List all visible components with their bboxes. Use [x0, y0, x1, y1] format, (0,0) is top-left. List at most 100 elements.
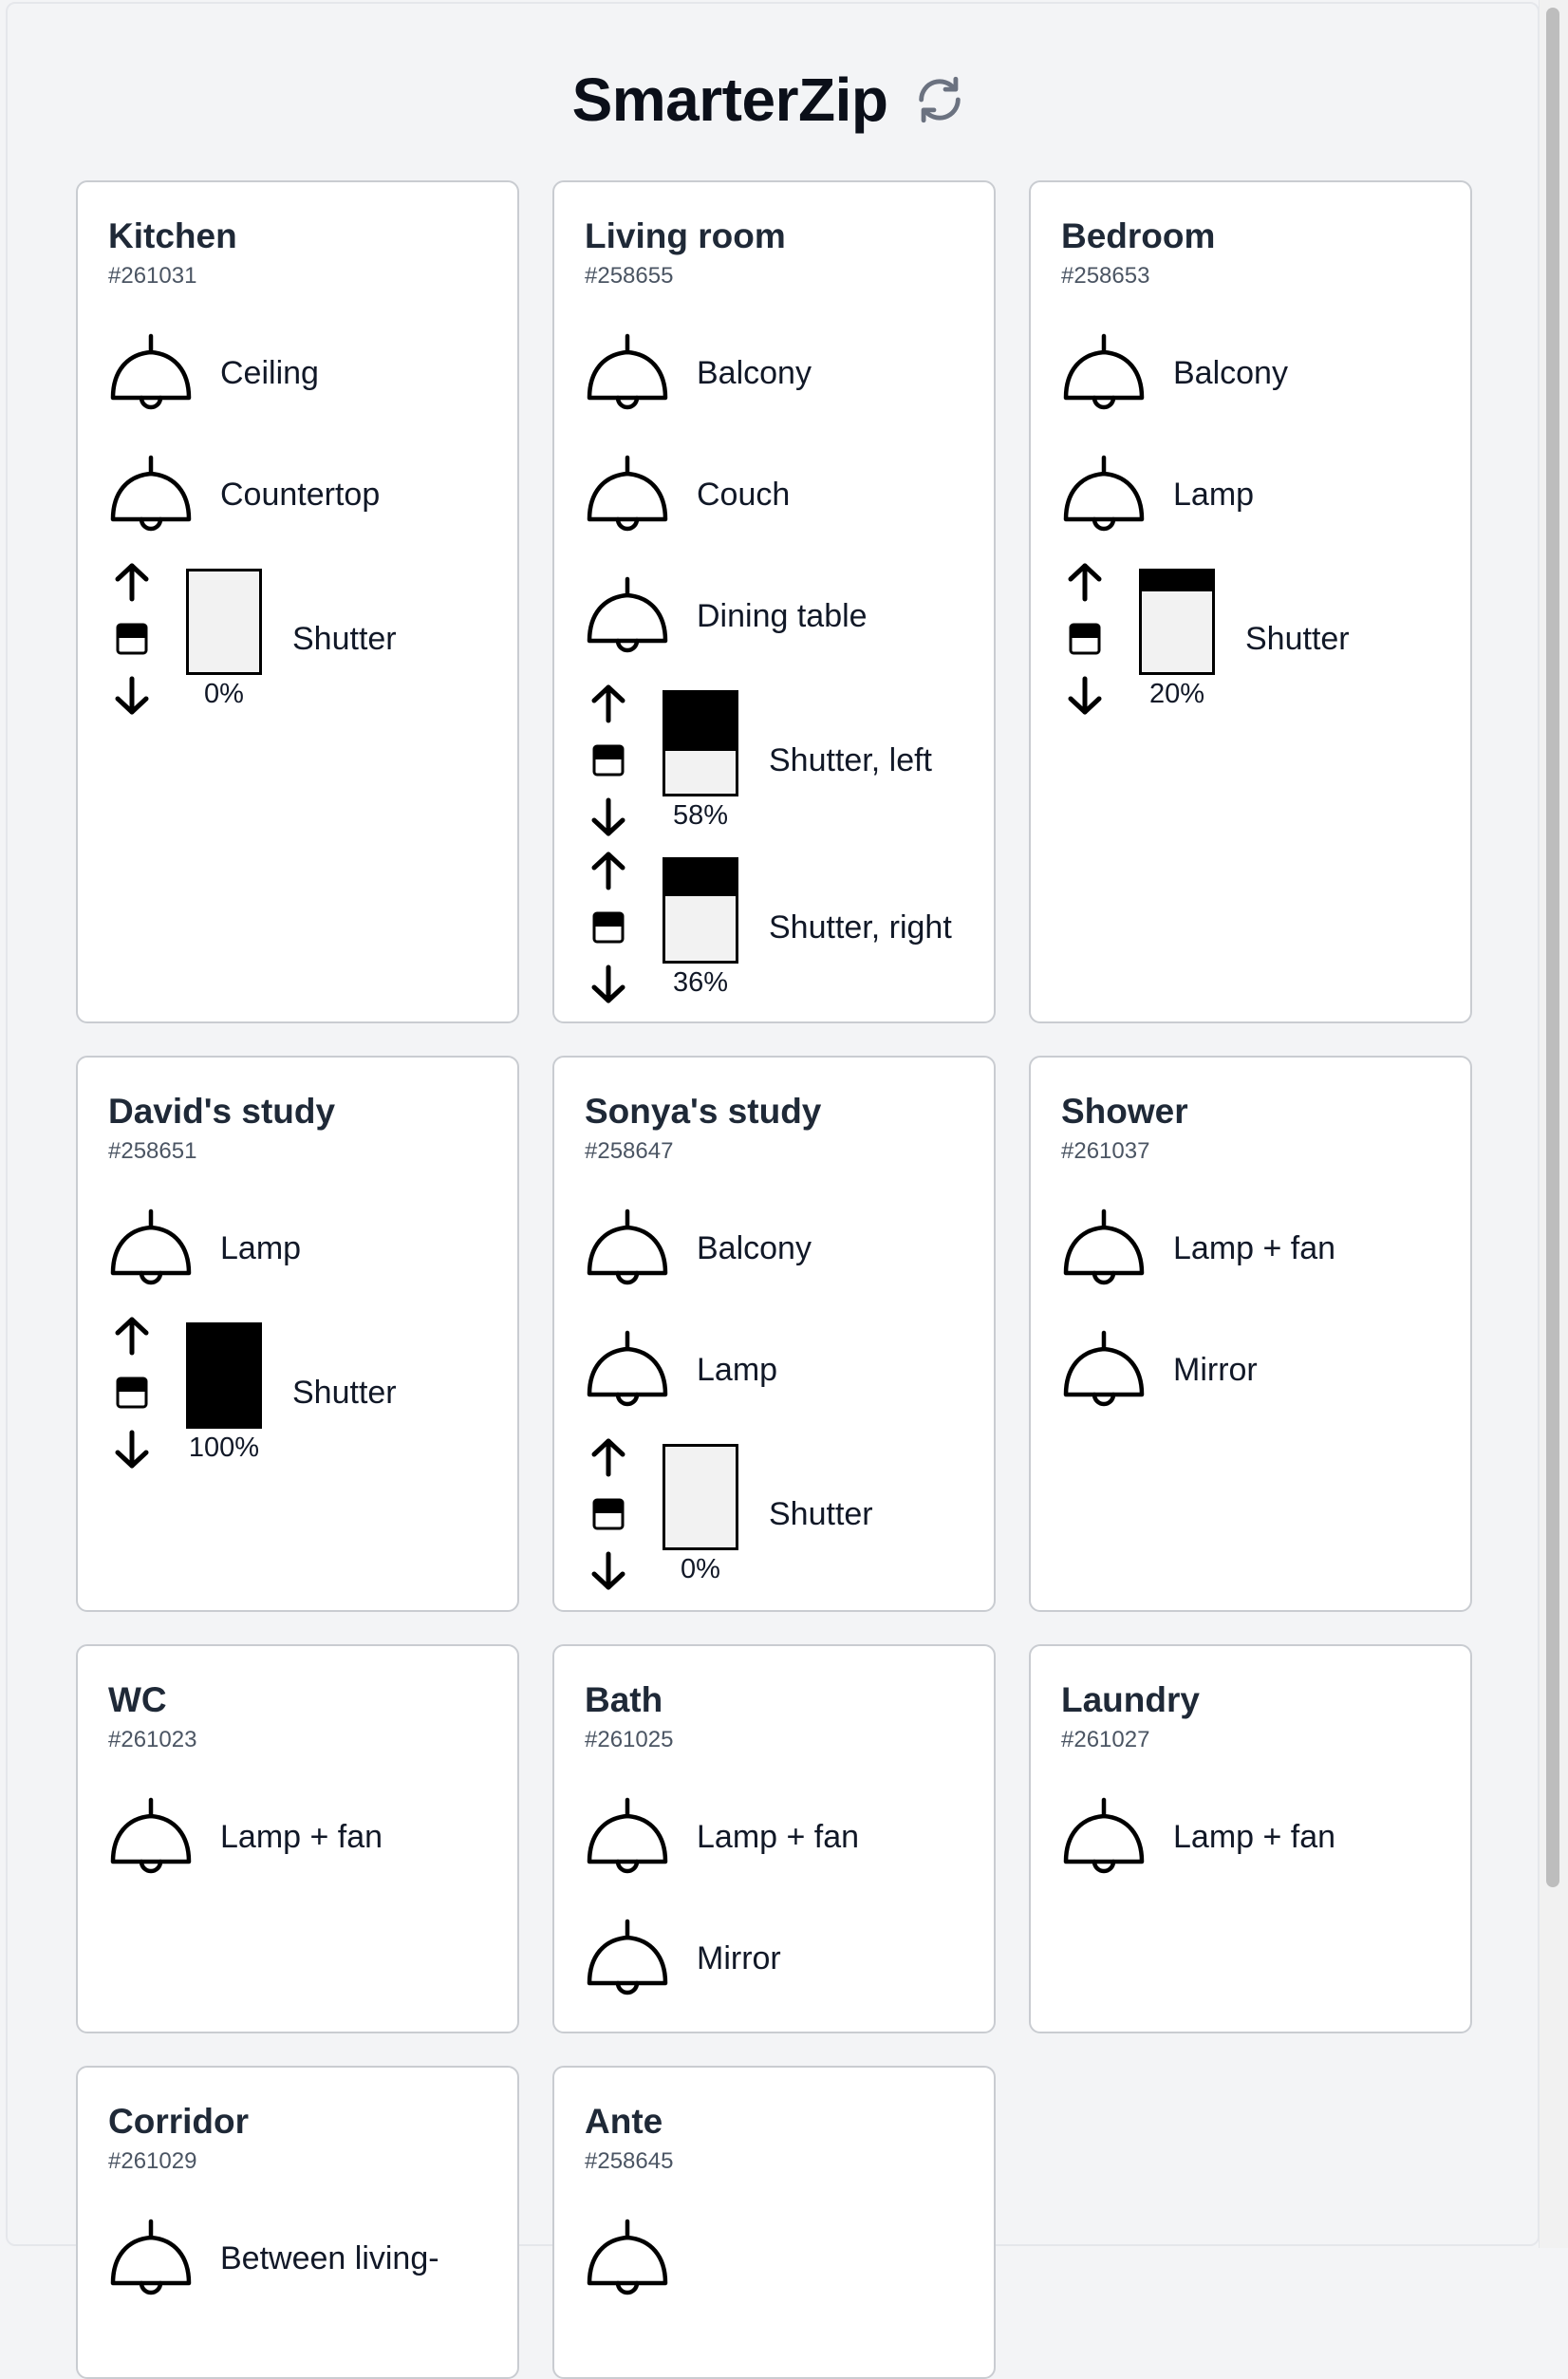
room-name: Corridor: [108, 2102, 249, 2141]
light-toggle[interactable]: Lamp + fan: [1061, 1776, 1440, 1898]
room-grid: Kitchen #261031 Ceiling Countertop 0% Shutter…: [76, 180, 1473, 2379]
lamp-icon: [587, 576, 668, 653]
light-toggle[interactable]: Lamp + fan: [108, 1776, 487, 1898]
room-card: Bedroom #258653 Balcony Lamp 20% Shutter: [1029, 180, 1472, 1023]
shutter-percentage: 20%: [1148, 678, 1205, 709]
half-position-icon[interactable]: [591, 743, 625, 777]
light-toggle[interactable]: Between living-: [108, 2198, 487, 2319]
shutter-window: [186, 568, 262, 675]
arrow-up-icon[interactable]: [111, 561, 153, 603]
shutter-control: 36% Shutter, right: [585, 844, 963, 1011]
scrollbar[interactable]: [1539, 0, 1568, 2248]
light-toggle[interactable]: Lamp + fan: [1061, 1188, 1440, 1309]
device-label: Lamp + fan: [220, 1818, 383, 1855]
shutter-visual[interactable]: 100%: [186, 1321, 262, 1464]
light-toggle[interactable]: Balcony: [1061, 312, 1440, 434]
device-list: Between living-: [108, 2198, 487, 2319]
room-card: Bath #261025 Lamp + fan Mirror: [552, 1644, 996, 2033]
device-label: Shutter: [1245, 620, 1350, 657]
room-name: Living room: [585, 216, 786, 255]
arrow-up-icon[interactable]: [1064, 561, 1106, 603]
device-label: Shutter, left: [769, 741, 932, 778]
room-id: #261029: [108, 2148, 197, 2174]
lamp-icon: [1063, 455, 1145, 532]
room-id: #261023: [108, 1727, 197, 1752]
lamp-icon: [587, 455, 668, 532]
shutter-visual[interactable]: 0%: [186, 568, 262, 710]
device-label: Lamp: [220, 1229, 302, 1266]
light-toggle[interactable]: Mirror: [585, 1898, 963, 2019]
light-toggle[interactable]: Lamp + fan: [585, 1776, 963, 1898]
light-toggle[interactable]: Ceiling: [108, 312, 487, 434]
arrow-down-icon[interactable]: [588, 1550, 629, 1592]
device-list: Lamp + fan Mirror: [1061, 1188, 1440, 1431]
lamp-icon: [110, 1208, 192, 1285]
room-id: #258647: [585, 1138, 674, 1164]
arrow-down-icon[interactable]: [111, 675, 153, 717]
device-label: Ceiling: [220, 354, 319, 391]
light-toggle[interactable]: Countertop: [108, 434, 487, 555]
room-card: Shower #261037 Lamp + fan Mirror: [1029, 1056, 1472, 1612]
lamp-icon: [110, 455, 192, 532]
room-card: Laundry #261027 Lamp + fan: [1029, 1644, 1472, 2033]
lamp-icon: [587, 1919, 668, 1995]
shutter-fill: [189, 1324, 259, 1426]
lamp-icon: [110, 333, 192, 410]
room-id: #258655: [585, 263, 674, 289]
device-label: Dining table: [697, 597, 868, 634]
room-id: #261031: [108, 263, 197, 289]
half-position-icon[interactable]: [1068, 622, 1102, 656]
shutter-visual[interactable]: 36%: [663, 856, 738, 999]
light-toggle[interactable]: Lamp: [585, 1309, 963, 1431]
light-toggle[interactable]: Mirror: [1061, 1309, 1440, 1431]
arrow-up-icon[interactable]: [588, 1436, 629, 1478]
shutter-control: 100% Shutter: [108, 1309, 487, 1476]
arrow-down-icon[interactable]: [1064, 675, 1106, 717]
arrow-up-icon[interactable]: [111, 1315, 153, 1357]
light-toggle[interactable]: Couch: [585, 434, 963, 555]
device-list: Lamp + fan: [1061, 1776, 1440, 1898]
scrollbar-thumb[interactable]: [1546, 8, 1559, 1887]
lamp-icon: [110, 1797, 192, 1874]
device-label: Mirror: [697, 1939, 781, 1976]
arrow-down-icon[interactable]: [588, 964, 629, 1005]
shutter-visual[interactable]: 20%: [1139, 568, 1215, 710]
shutter-fill: [1142, 571, 1212, 591]
light-toggle[interactable]: Balcony: [585, 1188, 963, 1309]
device-list: [585, 2198, 963, 2319]
shutter-window: [663, 856, 738, 964]
shutter-window: [663, 689, 738, 796]
room-id: #261027: [1061, 1727, 1150, 1752]
half-position-icon[interactable]: [591, 910, 625, 945]
device-label: Lamp: [697, 1351, 778, 1388]
half-position-icon[interactable]: [115, 622, 149, 656]
light-toggle[interactable]: Lamp: [1061, 434, 1440, 555]
shutter-window: [663, 1443, 738, 1550]
half-position-icon[interactable]: [591, 1497, 625, 1531]
lamp-icon: [110, 2219, 192, 2295]
lamp-icon: [1063, 1208, 1145, 1285]
light-toggle[interactable]: Lamp: [108, 1188, 487, 1309]
shutter-window: [1139, 568, 1215, 675]
shutter-visual[interactable]: 0%: [663, 1443, 738, 1585]
room-card: Sonya's study #258647 Balcony Lamp 0% Shutter: [552, 1056, 996, 1612]
room-name: Bath: [585, 1680, 663, 1719]
light-toggle[interactable]: [585, 2198, 963, 2319]
shutter-fill: [665, 859, 736, 896]
device-label: Balcony: [697, 354, 812, 391]
room-card: WC #261023 Lamp + fan: [76, 1644, 519, 2033]
shutter-visual[interactable]: 58%: [663, 689, 738, 832]
device-label: Countertop: [220, 476, 381, 513]
light-toggle[interactable]: Balcony: [585, 312, 963, 434]
light-toggle[interactable]: Dining table: [585, 555, 963, 677]
shutter-control: 0% Shutter: [108, 555, 487, 722]
refresh-icon[interactable]: [912, 72, 967, 127]
half-position-icon[interactable]: [115, 1376, 149, 1410]
arrow-up-icon[interactable]: [588, 850, 629, 891]
shutter-buttons: [108, 561, 156, 717]
device-label: Shutter, right: [769, 909, 952, 946]
arrow-up-icon[interactable]: [588, 683, 629, 724]
arrow-down-icon[interactable]: [588, 796, 629, 838]
arrow-down-icon[interactable]: [111, 1429, 153, 1470]
room-id: #261037: [1061, 1138, 1150, 1164]
